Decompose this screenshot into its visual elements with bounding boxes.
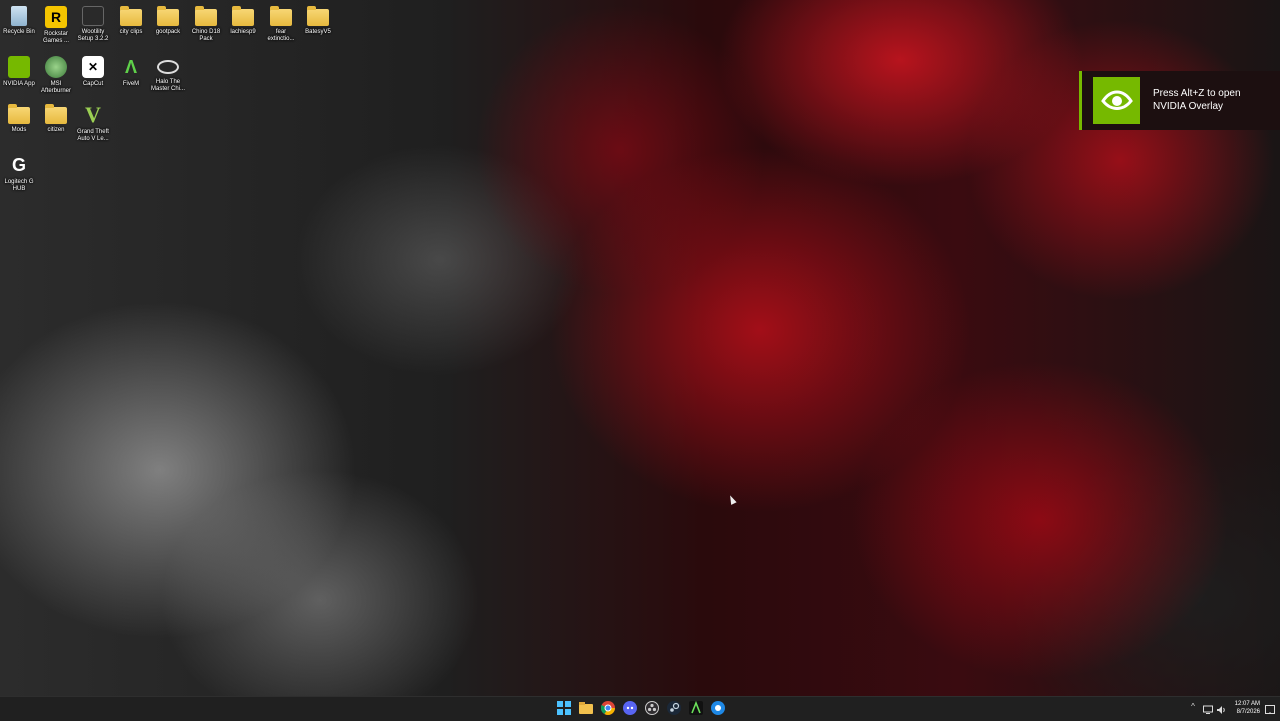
desktop-icon-city-clips[interactable]: city clips xyxy=(112,4,150,36)
obs-icon[interactable] xyxy=(645,701,659,715)
discord-icon[interactable] xyxy=(623,701,637,715)
volume-icon[interactable] xyxy=(1216,702,1226,714)
desktop-icon-label: Halo The Master Chi... xyxy=(150,79,185,92)
rockstar-icon: R xyxy=(45,6,67,28)
msi-afterburner-icon xyxy=(45,56,67,78)
desktop-icon-citizen[interactable]: citizen xyxy=(37,102,75,134)
desktop-icon-label: BatesyV5 xyxy=(305,29,331,35)
desktop-icon-label: Logitech G HUB xyxy=(4,179,34,192)
taskbar-clock[interactable]: 12:07 AM 8/7/2026 xyxy=(1230,700,1260,716)
desktop-icon-msi-afterburner[interactable]: MSI Afterburner xyxy=(37,54,75,95)
desktop-icon-capcut[interactable]: ✕ CapCut xyxy=(74,54,112,88)
desktop-icon-label: lachiesp9 xyxy=(230,29,256,35)
desktop-icon-label: Wootility Setup 3.2.2 xyxy=(77,29,109,42)
desktop-icon-gootpack[interactable]: gootpack xyxy=(149,4,187,36)
nvidia-icon xyxy=(8,56,30,78)
desktop-icon-label: FiveM xyxy=(122,81,140,87)
desktop-icon-mods[interactable]: Mods xyxy=(0,102,38,134)
desktop-icon-label: Chino D18 Pack xyxy=(191,29,221,42)
halo-icon xyxy=(157,60,179,74)
desktop-icon-label: Recycle Bin xyxy=(3,29,35,35)
recycle-bin-icon xyxy=(11,6,27,26)
fivem-icon: Λ xyxy=(124,57,137,77)
desktop-icon-chino-d18-pack[interactable]: Chino D18 Pack xyxy=(187,4,225,43)
capcut-icon: ✕ xyxy=(82,56,104,78)
logitech-icon: G xyxy=(11,155,26,175)
folder-icon xyxy=(307,6,329,26)
desktop-icon-rockstar[interactable]: R Rockstar Games ... xyxy=(37,4,75,45)
desktop-icon-label: citizen xyxy=(47,127,65,133)
folder-icon xyxy=(157,6,179,26)
monitor-icon[interactable] xyxy=(1203,702,1213,714)
clock-date: 8/7/2026 xyxy=(1236,709,1260,715)
notification-line-1: Press Alt+Z to open xyxy=(1153,88,1241,99)
desktop-icon-gta-v[interactable]: V Grand Theft Auto V Le... xyxy=(74,102,112,143)
desktop-icon-label: Rockstar Games ... xyxy=(42,31,69,44)
desktop-icon-batesyv5[interactable]: BatesyV5 xyxy=(299,4,337,36)
nvidia-eye-icon xyxy=(1101,90,1133,110)
fivem-icon[interactable] xyxy=(689,700,703,715)
desktop-icon-nvidia-app[interactable]: NVIDIA App xyxy=(0,54,38,88)
wootility-icon xyxy=(82,6,104,26)
folder-icon xyxy=(232,6,254,26)
taskbar: ^ 12:07 AM 8/7/2026 xyxy=(0,696,1280,721)
desktop-icon-label: Grand Theft Auto V Le... xyxy=(77,129,109,142)
folder-icon xyxy=(195,6,217,26)
windows-start-icon[interactable] xyxy=(557,701,571,715)
desktop-icon-fivem[interactable]: Λ FiveM xyxy=(112,54,150,88)
desktop-icon-recycle-bin[interactable]: Recycle Bin xyxy=(0,4,38,36)
desktop-icon-label: city clips xyxy=(119,29,143,35)
desktop-icon-lachiesp9[interactable]: lachiesp9 xyxy=(224,4,262,36)
folder-icon xyxy=(270,6,292,26)
desktop-icon-wootility[interactable]: Wootility Setup 3.2.2 xyxy=(74,4,112,43)
notification-line-2: NVIDIA Overlay xyxy=(1153,101,1224,112)
file-explorer-icon[interactable] xyxy=(579,701,593,715)
folder-icon xyxy=(120,6,142,26)
nvidia-overlay-notification[interactable]: Press Alt+Z to open NVIDIA Overlay xyxy=(1079,71,1280,130)
notification-text: Press Alt+Z to open NVIDIA Overlay xyxy=(1153,87,1241,113)
chevron-up-icon[interactable]: ^ xyxy=(1188,702,1198,712)
desktop-icon-label: gootpack xyxy=(155,29,181,35)
nvidia-icon xyxy=(1093,77,1140,124)
desktop-icon-logitech-g-hub[interactable]: G Logitech G HUB xyxy=(0,152,38,193)
folder-icon xyxy=(8,104,30,124)
notification-center-icon[interactable] xyxy=(1265,702,1275,714)
desktop-icon-label: CapCut xyxy=(82,81,104,87)
desktop-icon-label: Mods xyxy=(11,127,27,133)
desktop-icon-fear-extinction[interactable]: fear extinctio... xyxy=(262,4,300,43)
folder-icon xyxy=(45,104,67,124)
desktop-icon-halo[interactable]: Halo The Master Chi... xyxy=(149,54,187,93)
desktop-icon-label: MSI Afterburner xyxy=(40,81,71,94)
steam-icon[interactable] xyxy=(667,701,681,715)
desktop-icon-label: NVIDIA App xyxy=(3,81,35,87)
desktop-icon-label: fear extinctio... xyxy=(267,29,295,42)
gta-v-icon: V xyxy=(85,102,101,127)
chrome-icon[interactable] xyxy=(600,701,615,715)
clock-time: 12:07 AM xyxy=(1234,701,1260,707)
app-icon[interactable] xyxy=(711,701,725,715)
